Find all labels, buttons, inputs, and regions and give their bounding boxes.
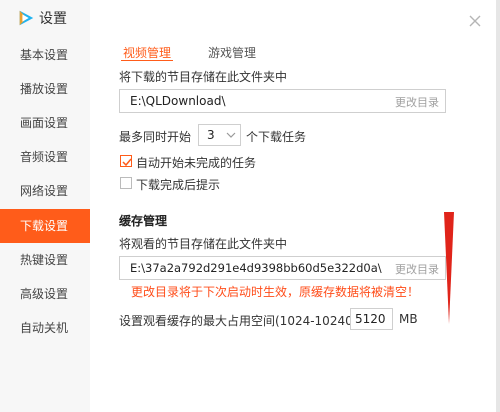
sidebar-item-hotkeys[interactable]: 热键设置 bbox=[0, 243, 90, 277]
app-title: 设置 bbox=[39, 11, 67, 27]
tab-video-management[interactable]: 视频管理 bbox=[123, 44, 171, 61]
sidebar-item-audio[interactable]: 音频设置 bbox=[0, 140, 90, 174]
max-size-input[interactable]: 5120 bbox=[350, 308, 393, 330]
max-size-value: 5120 bbox=[355, 312, 386, 326]
sidebar: 设置 基本设置 播放设置 画面设置 音频设置 网络设置 下载设置 热键设置 高级… bbox=[0, 0, 90, 412]
sidebar-item-download[interactable]: 下载设置 bbox=[0, 209, 90, 243]
cache-dir-label: 将观看的节目存储在此文件夹中 bbox=[119, 237, 288, 251]
concurrent-label: 最多同时开始 bbox=[119, 130, 192, 144]
annotation-mark bbox=[444, 212, 454, 324]
chevron-down-icon bbox=[226, 132, 236, 138]
sidebar-item-auto-shutdown[interactable]: 自动关机 bbox=[0, 311, 90, 345]
tab-game-management[interactable]: 游戏管理 bbox=[208, 44, 256, 61]
concurrent-select[interactable]: 3 bbox=[198, 124, 241, 146]
close-icon[interactable] bbox=[467, 13, 483, 29]
sidebar-item-picture[interactable]: 画面设置 bbox=[0, 106, 90, 140]
max-size-label: 设置观看缓存的最大占用空间(1024-10240) bbox=[119, 314, 358, 328]
sidebar-item-basic[interactable]: 基本设置 bbox=[0, 38, 90, 72]
sidebar-item-network[interactable]: 网络设置 bbox=[0, 174, 90, 208]
tab-active-underline bbox=[121, 60, 173, 61]
max-size-unit: MB bbox=[399, 312, 418, 326]
concurrent-suffix: 个下载任务 bbox=[246, 130, 307, 144]
change-download-dir-button[interactable]: 更改目录 bbox=[395, 94, 439, 110]
check-icon bbox=[122, 158, 132, 167]
change-cache-dir-button[interactable]: 更改目录 bbox=[395, 261, 439, 277]
auto-start-label: 自动开始未完成的任务 bbox=[136, 156, 257, 170]
concurrent-value: 3 bbox=[207, 128, 215, 142]
app-header: 设置 bbox=[17, 8, 67, 28]
download-dir-label: 将下载的节目存储在此文件夹中 bbox=[119, 70, 288, 84]
cache-dir-value: E:\37a2a792d291e4d9398bb60d5e322d0a\ bbox=[130, 261, 382, 275]
tencent-video-logo-icon bbox=[19, 10, 34, 26]
auto-start-checkbox[interactable] bbox=[120, 155, 132, 167]
window-edge bbox=[496, 0, 500, 412]
cache-dir-field[interactable]: E:\37a2a792d291e4d9398bb60d5e322d0a\ 更改目… bbox=[119, 256, 446, 280]
download-dir-field[interactable]: E:\QLDownload\ 更改目录 bbox=[119, 89, 446, 113]
notify-checkbox[interactable] bbox=[120, 177, 132, 189]
cache-heading: 缓存管理 bbox=[119, 214, 168, 228]
download-dir-value: E:\QLDownload\ bbox=[130, 94, 226, 108]
sidebar-item-playback[interactable]: 播放设置 bbox=[0, 72, 90, 106]
notify-label: 下载完成后提示 bbox=[136, 178, 221, 192]
sidebar-item-advanced[interactable]: 高级设置 bbox=[0, 277, 90, 311]
cache-warning: 更改目录将于下次启动时生效，原缓存数据将被清空！ bbox=[131, 285, 420, 299]
